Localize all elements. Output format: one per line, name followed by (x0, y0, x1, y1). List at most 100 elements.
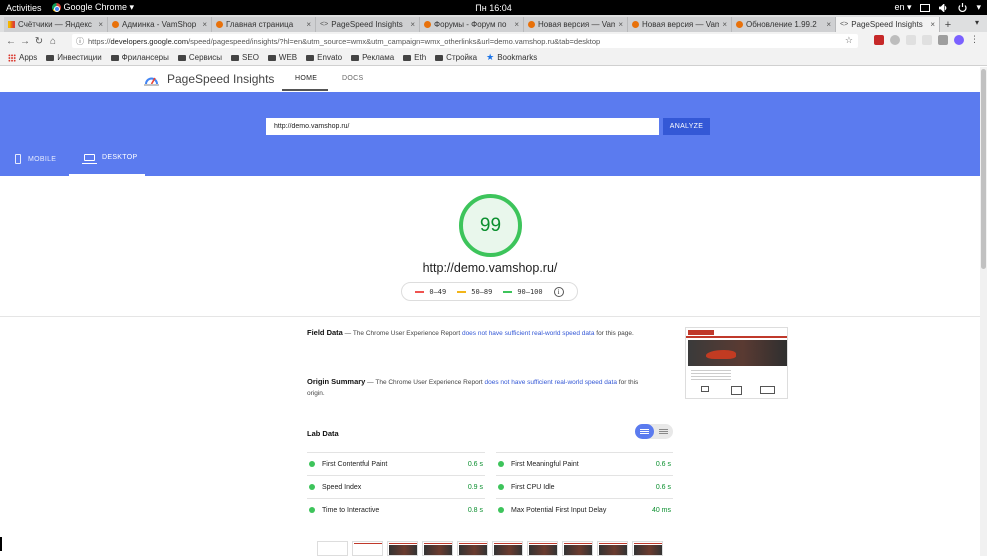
browser-tab[interactable]: Счётчики — Яндекс × (4, 17, 108, 32)
tab-title: Форумы - Форум по (434, 20, 507, 29)
metric-value: 0.8 s (467, 506, 483, 514)
tab-close-icon[interactable]: × (514, 20, 519, 29)
forward-icon[interactable]: → (18, 36, 32, 47)
bookmark-item[interactable]: Eth (403, 53, 426, 62)
power-icon[interactable] (958, 3, 968, 12)
bookmark-item[interactable]: Стройка (435, 53, 477, 62)
tab-strip: Счётчики — Яндекс × Админка - VamShop × Глав… (0, 15, 987, 32)
brand-title[interactable]: PageSpeed Insights (167, 72, 274, 86)
field-data-link[interactable]: does not have sufficient real-world spee… (462, 330, 595, 337)
home-icon[interactable]: ⌂ (46, 36, 60, 47)
tab-title: Обновление 1.99.2 (746, 20, 817, 29)
page-scrollbar[interactable] (980, 67, 987, 556)
tab-close-icon[interactable]: × (618, 20, 623, 29)
window-icon[interactable] (920, 3, 931, 12)
browser-tab[interactable]: Админка - VamShop × (108, 17, 212, 32)
origin-summary-link[interactable]: does not have sufficient real-world spee… (484, 379, 617, 386)
filmstrip-frame (492, 541, 523, 556)
metric-value: 0.6 s (467, 460, 483, 468)
pass-status-icon (309, 507, 315, 513)
browser-tab[interactable]: <> PageSpeed Insights × (316, 17, 420, 32)
extension-icon[interactable] (874, 34, 884, 45)
extension-icon[interactable] (906, 34, 916, 45)
bookmark-item[interactable]: Фрилансеры (110, 53, 169, 62)
chrome-menu-icon[interactable]: ⋮ (970, 34, 979, 45)
phone-icon (15, 154, 21, 164)
metric-row: First CPU Idle 0.6 s (496, 475, 673, 498)
system-menu-arrow-icon[interactable]: ▾ (976, 2, 981, 13)
frame-banner (424, 545, 452, 555)
bookmark-item[interactable]: WEB (267, 53, 297, 62)
frame-header (529, 543, 557, 544)
origin-summary-title: Origin Summary (307, 377, 366, 386)
browser-tab[interactable]: Новая версия — Vam × (524, 17, 628, 32)
legend-swatch (457, 290, 467, 293)
filmstrip-frame (597, 541, 628, 556)
legend-swatch (503, 290, 513, 293)
nav-home[interactable]: HOME (295, 75, 317, 82)
app-menu[interactable]: Google Chrome ▾ (51, 2, 134, 13)
tab-close-icon[interactable]: × (826, 20, 831, 29)
bookmark-item[interactable]: Apps (8, 53, 37, 62)
metric-name: First CPU Idle (511, 483, 555, 491)
thumbnail-header (686, 336, 787, 338)
metric-row: Time to Interactive 0.8 s (307, 498, 485, 521)
folder-icon (46, 54, 55, 61)
browser-tab[interactable]: Главная страница × (212, 17, 316, 32)
tab-title: PageSpeed Insights (331, 20, 403, 29)
profile-avatar-icon[interactable] (954, 34, 964, 45)
frame-header (634, 543, 662, 544)
tab-close-icon[interactable]: × (722, 20, 727, 29)
bookmark-star-icon[interactable]: ☆ (845, 35, 853, 46)
extension-icon[interactable] (890, 34, 900, 45)
info-icon[interactable]: i (553, 286, 564, 297)
tab-close-icon[interactable]: × (410, 20, 415, 29)
activities-button[interactable]: Activities (6, 3, 42, 13)
tab-mobile-label: MOBILE (28, 155, 57, 163)
new-tab-button[interactable]: + (940, 17, 956, 32)
analyze-button[interactable]: ANALYZE (663, 118, 710, 135)
tab-close-icon[interactable]: × (930, 20, 935, 29)
browser-tab[interactable]: Форумы - Форум по × (420, 17, 524, 32)
tab-mobile[interactable]: MOBILE (15, 154, 56, 164)
volume-icon[interactable] (939, 3, 949, 12)
frame-banner (389, 545, 417, 555)
filmstrip-frame (422, 541, 453, 556)
metric-row: Speed Index 0.9 s (307, 475, 485, 498)
site-info-icon[interactable]: ⓘ (76, 36, 84, 47)
reload-icon[interactable]: ↻ (32, 36, 46, 47)
language-indicator[interactable]: en ▾ (894, 2, 911, 13)
camera-icon[interactable] (938, 34, 948, 45)
analyze-hero: ANALYZE MOBILE DESKTOP (0, 92, 980, 176)
metrics-view-toggle[interactable] (635, 424, 673, 439)
browser-tab[interactable]: <> PageSpeed Insights × (836, 17, 940, 32)
thumbnail-banner (688, 340, 787, 366)
metric-name: Max Potential First Input Delay (511, 506, 607, 514)
expanded-view-icon[interactable] (659, 429, 668, 434)
bookmark-item[interactable]: Envato (306, 53, 342, 62)
nav-docs[interactable]: DOCS (342, 75, 363, 82)
pass-status-icon (309, 461, 315, 467)
bookmark-item[interactable]: ★ Bookmarks (486, 52, 537, 63)
scrollbar-thumb[interactable] (981, 69, 986, 269)
tab-close-icon[interactable]: × (202, 20, 207, 29)
field-data-section: Field Data — The Chrome User Experience … (307, 327, 642, 339)
bookmark-item[interactable]: SEO (231, 53, 259, 62)
clock[interactable]: Пн 16:04 (0, 3, 987, 13)
bookmark-item[interactable]: Сервисы (177, 53, 222, 62)
bookmark-item[interactable]: Реклама (351, 53, 394, 62)
metric-name: Speed Index (322, 483, 362, 491)
back-icon[interactable]: ← (4, 36, 18, 47)
tab-close-icon[interactable]: × (98, 20, 103, 29)
browser-tab[interactable]: Обновление 1.99.2 × (732, 17, 836, 32)
url-input[interactable] (266, 118, 659, 135)
tab-desktop[interactable]: DESKTOP (82, 154, 137, 164)
legend-item: 90–100 (503, 288, 543, 296)
extension-icon[interactable] (922, 34, 932, 45)
tab-close-icon[interactable]: × (306, 20, 311, 29)
browser-tab[interactable]: Новая версия — Vam × (628, 17, 732, 32)
tested-url: http://demo.vamshop.ru/ (422, 261, 558, 275)
address-bar[interactable]: ⓘ https://developers.google.com/speed/pa… (72, 34, 858, 48)
tab-search-icon[interactable]: ▾ (975, 18, 979, 27)
bookmark-item[interactable]: Инвестиции (46, 53, 102, 62)
